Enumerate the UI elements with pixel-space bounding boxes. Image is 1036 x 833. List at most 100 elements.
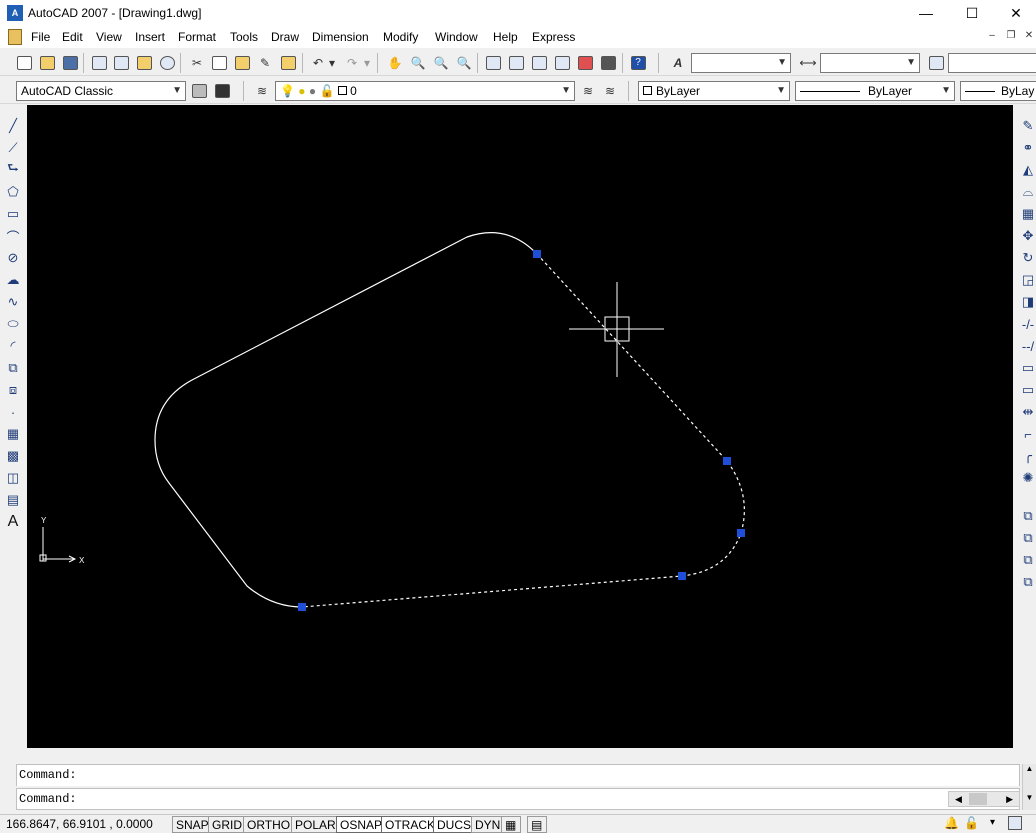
grip[interactable] (533, 250, 541, 258)
multiline-text-icon[interactable]: A (2, 511, 24, 533)
undo-dropdown-icon[interactable]: ▾ (326, 53, 338, 73)
fillet-icon[interactable]: ╭ (1017, 445, 1036, 467)
plot-preview-icon[interactable] (111, 53, 131, 73)
scroll-right-icon[interactable]: ▶ (1006, 792, 1013, 806)
quickcalc-icon[interactable] (598, 53, 618, 73)
construction-line-icon[interactable]: ⟋ (2, 137, 24, 159)
match-properties-icon[interactable]: ✎ (255, 53, 275, 73)
text-style-icon[interactable]: A (668, 53, 688, 73)
copy-icon[interactable] (209, 53, 229, 73)
close-button[interactable]: ✕ (994, 0, 1036, 26)
send-under-icon[interactable]: ⧉ (1017, 571, 1036, 593)
revision-cloud-icon[interactable]: ☁ (2, 269, 24, 291)
maximize-button[interactable]: ☐ (950, 0, 994, 26)
make-block-icon[interactable]: ⧈ (2, 379, 24, 401)
designcenter-icon[interactable] (506, 53, 526, 73)
help-icon[interactable]: ? (628, 53, 648, 73)
menu-insert[interactable]: Insert (135, 30, 165, 44)
extend-icon[interactable]: --/ (1017, 335, 1036, 357)
sheet-set-manager-icon[interactable] (552, 53, 572, 73)
polyline-icon[interactable]: ⮑ (2, 159, 24, 181)
plot-icon[interactable] (89, 53, 109, 73)
layer-lock-icon[interactable]: 🔓 (319, 84, 334, 98)
dim-style-select[interactable]: ▼ (820, 53, 920, 73)
scroll-down-icon[interactable]: ▼ (1023, 793, 1036, 802)
copy-object-icon[interactable]: ⚭ (1017, 137, 1036, 159)
circle-icon[interactable]: ⊘ (2, 247, 24, 269)
markup-set-manager-icon[interactable] (575, 53, 595, 73)
otrack-toggle[interactable]: OTRACK (381, 816, 440, 833)
menu-window[interactable]: Window (435, 30, 478, 44)
break-icon[interactable]: ▭ (1017, 379, 1036, 401)
layer-vp-freeze-icon[interactable]: ● (309, 84, 316, 98)
region-icon[interactable]: ◫ (2, 467, 24, 489)
workspace-settings-icon[interactable] (189, 81, 209, 101)
menu-file[interactable]: File (31, 30, 50, 44)
polygon-icon[interactable]: ⬠ (2, 181, 24, 203)
layer-on-icon[interactable]: 💡 (280, 84, 295, 98)
menu-modify[interactable]: Modify (383, 30, 418, 44)
model-paper-toggle-icon[interactable]: ▤ (527, 816, 547, 833)
my-workspace-icon[interactable] (212, 81, 232, 101)
save-icon[interactable] (60, 53, 80, 73)
command-scrollbar[interactable]: ◀ ▶ (948, 791, 1020, 807)
selected-polyline-segment[interactable] (301, 253, 745, 608)
paste-icon[interactable] (232, 53, 252, 73)
redo-dropdown-icon[interactable]: ▾ (361, 53, 373, 73)
doc-minimize-button[interactable]: – (985, 29, 999, 43)
zoom-realtime-icon[interactable]: 🔍 (408, 53, 428, 73)
text-style-select[interactable]: ▼ (691, 53, 791, 73)
rectangle-icon[interactable]: ▭ (2, 203, 24, 225)
spline-icon[interactable]: ∿ (2, 291, 24, 313)
menu-draw[interactable]: Draw (271, 30, 299, 44)
table-style-icon[interactable] (926, 53, 946, 73)
dim-style-icon[interactable]: ⟷ (798, 53, 818, 73)
drawing-canvas[interactable]: Y X (27, 105, 1013, 748)
cut-icon[interactable]: ✂ (187, 53, 207, 73)
layer-select[interactable]: 💡 ● ● 🔓 0 ▼ (275, 81, 575, 101)
menu-help[interactable]: Help (493, 30, 518, 44)
make-object-layer-current-icon[interactable]: ≋ (578, 81, 598, 101)
stretch-icon[interactable]: ◨ (1017, 291, 1036, 313)
point-icon[interactable]: · (2, 401, 24, 423)
workspace-select[interactable]: AutoCAD Classic ▼ (16, 81, 186, 101)
open-icon[interactable] (37, 53, 57, 73)
rotate-icon[interactable]: ↻ (1017, 247, 1036, 269)
erase-icon[interactable]: ✎ (1017, 115, 1036, 137)
minimize-button[interactable]: — (904, 0, 948, 26)
coordinate-display[interactable]: 166.8647, 66.9101 , 0.0000 (6, 817, 153, 831)
zoom-window-icon[interactable]: 🔍 (431, 53, 451, 73)
table-icon[interactable]: ▤ (2, 489, 24, 511)
ortho-toggle[interactable]: ORTHO (243, 816, 295, 833)
scroll-up-icon[interactable]: ▲ (1023, 764, 1036, 773)
redo-icon[interactable]: ↷ (342, 53, 362, 73)
osnap-toggle[interactable]: OSNAP (336, 816, 387, 833)
command-vscrollbar[interactable]: ▲ ▼ (1022, 764, 1036, 810)
lineweight-toggle-icon[interactable]: ▦ (501, 816, 521, 833)
line-icon[interactable]: ╱ (2, 115, 24, 137)
menu-edit[interactable]: Edit (62, 30, 83, 44)
dyn-toggle[interactable]: DYN (471, 816, 505, 833)
grip[interactable] (678, 572, 686, 580)
join-icon[interactable]: ⇹ (1017, 401, 1036, 423)
hatch-icon[interactable]: ▦ (2, 423, 24, 445)
document-icon[interactable] (8, 29, 22, 45)
ellipse-arc-icon[interactable]: ◜ (2, 335, 24, 357)
publish-icon[interactable] (134, 53, 154, 73)
ellipse-icon[interactable]: ⬭ (2, 313, 24, 335)
menu-format[interactable]: Format (178, 30, 216, 44)
menu-express[interactable]: Express (532, 30, 575, 44)
gradient-icon[interactable]: ▩ (2, 445, 24, 467)
polar-toggle[interactable]: POLAR (291, 816, 340, 833)
toolbar-lock-icon[interactable]: 🔓 (964, 816, 979, 830)
draw-order-back-icon[interactable]: ⧉ (1017, 527, 1036, 549)
scale-icon[interactable]: ◲ (1017, 269, 1036, 291)
properties-icon[interactable] (483, 53, 503, 73)
draw-order-front-icon[interactable]: ⧉ (1017, 505, 1036, 527)
array-icon[interactable]: ▦ (1017, 203, 1036, 225)
layer-previous-icon[interactable]: ≋ (600, 81, 620, 101)
lineweight-control-select[interactable]: ByLay (960, 81, 1036, 101)
layer-properties-icon[interactable]: ≋ (252, 81, 272, 101)
scroll-thumb[interactable] (969, 793, 987, 805)
menu-tools[interactable]: Tools (230, 30, 258, 44)
